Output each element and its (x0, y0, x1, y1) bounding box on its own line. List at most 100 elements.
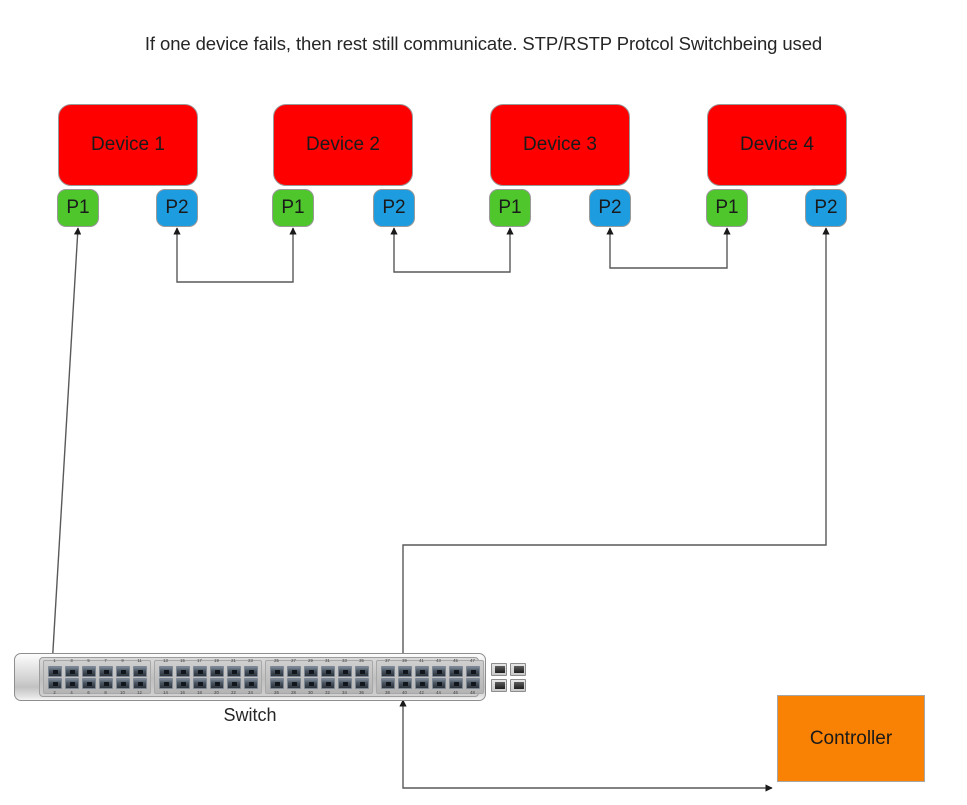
switch-port-pair-29[interactable]: 29 30 (302, 658, 319, 695)
rj45-jack-icon-26[interactable] (269, 677, 284, 689)
rj45-jack-icon-5[interactable] (81, 665, 96, 677)
rj45-jack-icon-25[interactable] (269, 665, 284, 677)
device-4-port-p1[interactable]: P1 (706, 189, 748, 227)
switch-port-pair-23[interactable]: 23 24 (242, 658, 259, 695)
rj45-jack-icon-47[interactable] (465, 665, 480, 677)
switch-port-pair-1[interactable]: 12 (46, 658, 63, 695)
rj45-jack-icon-29[interactable] (303, 665, 318, 677)
device-box-2[interactable]: Device 2 (273, 104, 413, 186)
rj45-jack-icon-13[interactable] (158, 665, 173, 677)
switch-port-pair-37[interactable]: 37 38 (379, 657, 396, 695)
rj45-jack-icon-35[interactable] (354, 665, 369, 677)
rj45-jack-icon-43[interactable] (431, 665, 446, 677)
switch-appliance[interactable]: 1 2 3 4 5 6 7 8 9 10 11 12 13 14 15 16 17 18 19 20 21 22 23 24 2… (14, 653, 526, 701)
rj45-jack-icon-41[interactable] (414, 665, 429, 677)
sfp-port-icon-3[interactable] (510, 662, 526, 676)
rj45-jack-icon-3[interactable] (64, 665, 79, 677)
rj45-jack-icon-11[interactable] (132, 665, 147, 677)
rj45-jack-icon-18[interactable] (192, 677, 207, 689)
switch-port-pair-7[interactable]: 78 (97, 658, 114, 695)
rj45-jack-icon-21[interactable] (226, 665, 241, 677)
rj45-jack-icon-33[interactable] (337, 665, 352, 677)
device-3-port-p2-label: P2 (598, 197, 622, 218)
rj45-jack-icon-36[interactable] (354, 677, 369, 689)
switch-port-pair-43[interactable]: 43 44 (430, 658, 447, 695)
rj45-jack-icon-2[interactable] (47, 677, 62, 689)
rj45-jack-icon-42[interactable] (414, 677, 429, 689)
rj45-jack-icon-10[interactable] (115, 677, 130, 689)
rj45-jack-icon-45[interactable] (448, 665, 463, 677)
rj45-jack-icon-46[interactable] (448, 677, 463, 689)
rj45-jack-icon-40[interactable] (397, 677, 412, 689)
sfp-port-icon-1[interactable] (491, 662, 507, 676)
switch-port-pair-31[interactable]: 31 32 (319, 658, 336, 695)
rj45-jack-icon-15[interactable] (175, 665, 190, 677)
sfp-port-icon-4[interactable] (510, 678, 526, 692)
switch-port-pair-35[interactable]: 35 36 (353, 658, 370, 695)
switch-port-pair-15[interactable]: 15 16 (174, 658, 191, 695)
rj45-jack-icon-34[interactable] (337, 677, 352, 689)
rj45-jack-icon-7[interactable] (98, 665, 113, 677)
rj45-jack-icon-8[interactable] (98, 677, 113, 689)
device-2-port-p1[interactable]: P1 (272, 189, 314, 227)
rj45-jack-icon-9[interactable] (115, 665, 130, 677)
rj45-jack-icon-16[interactable] (175, 677, 190, 689)
switch-port-number-21: 21 (231, 657, 236, 663)
switch-port-pair-21[interactable]: 21 22 (225, 657, 242, 695)
switch-port-number-27: 27 (291, 657, 296, 663)
rj45-jack-icon-32[interactable] (320, 677, 335, 689)
device-box-1[interactable]: Device 1 (58, 104, 198, 186)
switch-port-number-4: 4 (70, 689, 73, 695)
rj45-jack-icon-27[interactable] (286, 665, 301, 677)
rj45-jack-icon-39[interactable] (397, 665, 412, 677)
switch-port-number-28: 28 (291, 689, 296, 695)
switch-port-number-17: 17 (197, 657, 202, 663)
rj45-jack-icon-44[interactable] (431, 677, 446, 689)
rj45-jack-icon-20[interactable] (209, 677, 224, 689)
switch-port-pair-47[interactable]: 47 48 (464, 658, 481, 695)
rj45-jack-icon-14[interactable] (158, 677, 173, 689)
switch-port-pair-25[interactable]: 25 26 (268, 658, 285, 695)
switch-port-pair-33[interactable]: 33 34 (336, 658, 353, 695)
device-4-port-p2[interactable]: P2 (805, 189, 847, 227)
device-1-port-p1[interactable]: P1 (57, 189, 99, 227)
switch-port-pair-39[interactable]: 39 40 (396, 658, 413, 695)
rj45-jack-icon-24[interactable] (243, 677, 258, 689)
rj45-jack-icon-48[interactable] (465, 677, 480, 689)
device-3-port-p2[interactable]: P2 (589, 189, 631, 227)
device-1-port-p2[interactable]: P2 (156, 189, 198, 227)
rj45-jack-icon-28[interactable] (286, 677, 301, 689)
rj45-jack-icon-1[interactable] (47, 665, 62, 677)
rj45-jack-icon-22[interactable] (226, 677, 241, 689)
switch-port-pair-45[interactable]: 45 46 (447, 658, 464, 695)
switch-port-number-8: 8 (104, 689, 107, 695)
switch-port-number-37: 37 (385, 657, 390, 663)
rj45-jack-icon-38[interactable] (380, 677, 395, 689)
switch-port-pair-41[interactable]: 41 42 (413, 658, 430, 695)
switch-port-pair-19[interactable]: 19 20 (208, 658, 225, 695)
device-box-4[interactable]: Device 4 (707, 104, 847, 186)
rj45-jack-icon-30[interactable] (303, 677, 318, 689)
rj45-jack-icon-31[interactable] (320, 665, 335, 677)
switch-port-pair-5[interactable]: 56 (80, 658, 97, 695)
switch-port-pair-9[interactable]: 9 10 (114, 658, 131, 695)
device-box-3[interactable]: Device 3 (490, 104, 630, 186)
switch-port-number-18: 18 (197, 689, 202, 695)
switch-port-number-44: 44 (436, 689, 441, 695)
device-3-port-p1[interactable]: P1 (489, 189, 531, 227)
rj45-jack-icon-4[interactable] (64, 677, 79, 689)
rj45-jack-icon-19[interactable] (209, 665, 224, 677)
switch-port-pair-17[interactable]: 17 18 (191, 657, 208, 695)
switch-port-pair-3[interactable]: 34 (63, 658, 80, 695)
controller-box[interactable]: Controller (777, 695, 925, 782)
switch-port-pair-13[interactable]: 13 14 (157, 658, 174, 695)
rj45-jack-icon-12[interactable] (132, 677, 147, 689)
device-2-port-p2[interactable]: P2 (373, 189, 415, 227)
rj45-jack-icon-23[interactable] (243, 665, 258, 677)
sfp-port-icon-2[interactable] (491, 678, 507, 692)
rj45-jack-icon-37[interactable] (380, 665, 395, 677)
rj45-jack-icon-17[interactable] (192, 665, 207, 677)
switch-port-pair-11[interactable]: 11 12 (131, 658, 148, 695)
rj45-jack-icon-6[interactable] (81, 677, 96, 689)
switch-port-pair-27[interactable]: 27 28 (285, 657, 302, 695)
